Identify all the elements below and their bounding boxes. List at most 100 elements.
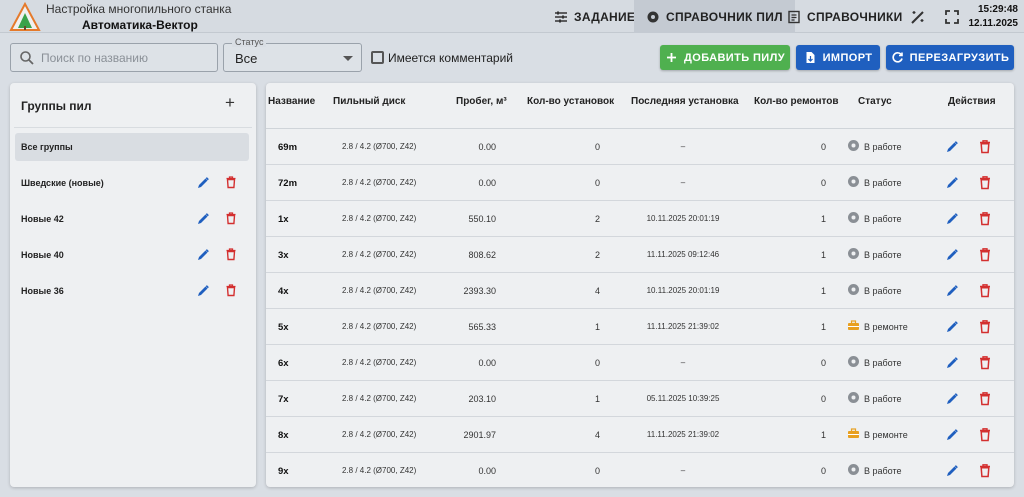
cell-name: 7x (278, 394, 289, 405)
import-button[interactable]: ИМПОРТ (796, 45, 880, 70)
table-row[interactable]: 6x 2.8 / 4.2 (Ø700, Z42) 0.00 0 – 0 В работе (266, 345, 1014, 381)
table-row[interactable]: 1x 2.8 / 4.2 (Ø700, Z42) 550.10 2 10.11.2025… (266, 201, 1014, 237)
cell-installs: 0 (594, 142, 600, 152)
status-select[interactable]: Статус Все (223, 37, 362, 72)
divider (14, 127, 252, 128)
delete-icon[interactable] (978, 175, 992, 190)
tab-references[interactable]: СПРАВОЧНИКИ (775, 0, 915, 33)
cell-name: 72m (278, 178, 298, 189)
edit-icon[interactable] (945, 284, 959, 298)
group-item[interactable]: Новые 42 (15, 205, 249, 233)
reload-button[interactable]: ПЕРЕЗАГРУЗИТЬ (886, 45, 1014, 70)
clock-date: 12.11.2025 (968, 18, 1019, 29)
cell-disk: 2.8 / 4.2 (Ø700, Z42) (342, 358, 417, 367)
delete-icon[interactable] (978, 319, 992, 334)
add-group-icon[interactable]: + (222, 94, 238, 111)
gear-icon (847, 175, 860, 190)
edit-icon[interactable] (945, 176, 959, 190)
col-header-run[interactable]: Пробег, м³ (456, 96, 507, 107)
status-text: В работе (864, 465, 902, 476)
delete-icon[interactable] (978, 139, 992, 154)
cell-status: В работе (847, 463, 902, 478)
delete-icon[interactable] (224, 211, 238, 225)
status-select-label: Статус (232, 37, 267, 47)
edit-icon[interactable] (945, 212, 959, 226)
col-header-installs[interactable]: Кол-во установок (527, 96, 614, 107)
search-input[interactable] (41, 47, 211, 69)
delete-icon[interactable] (978, 391, 992, 406)
tab-task[interactable]: ЗАДАНИЕ (542, 0, 647, 33)
col-header-name[interactable]: Название (268, 96, 315, 107)
group-item[interactable]: Новые 40 (15, 241, 249, 269)
delete-icon[interactable] (978, 247, 992, 262)
delete-icon[interactable] (978, 211, 992, 226)
group-item[interactable]: Все группы (15, 133, 249, 161)
cell-last-install: – (680, 358, 686, 367)
edit-icon[interactable] (196, 176, 210, 190)
cell-run: 565.33 (468, 322, 496, 332)
edit-icon[interactable] (945, 140, 959, 154)
table-row[interactable]: 9x 2.8 / 4.2 (Ø700, Z42) 0.00 0 – 0 В работе (266, 453, 1014, 487)
cell-installs: 2 (594, 250, 600, 260)
table-row[interactable]: 7x 2.8 / 4.2 (Ø700, Z42) 203.10 1 05.11.2025… (266, 381, 1014, 417)
tab-saw-reference[interactable]: СПРАВОЧНИК ПИЛ (634, 0, 795, 33)
group-item[interactable]: Новые 36 (15, 277, 249, 305)
cell-last-install: 10.11.2025 20:01:19 (646, 286, 720, 295)
cell-name: 4x (278, 286, 289, 297)
table-row[interactable]: 3x 2.8 / 4.2 (Ø700, Z42) 808.62 2 11.11.2025… (266, 237, 1014, 273)
status-select-value: Все (235, 51, 258, 66)
edit-icon[interactable] (196, 212, 210, 226)
table-row[interactable]: 69m 2.8 / 4.2 (Ø700, Z42) 0.00 0 – 0 В работе (266, 129, 1014, 165)
comment-checkbox-label[interactable]: Имеется комментарий (388, 51, 513, 65)
delete-icon[interactable] (978, 463, 992, 478)
cell-installs: 1 (594, 394, 600, 404)
edit-icon[interactable] (945, 392, 959, 406)
delete-icon[interactable] (978, 283, 992, 298)
col-header-disk[interactable]: Пильный диск (333, 96, 405, 107)
table-row[interactable]: 5x 2.8 / 4.2 (Ø700, Z42) 565.33 1 11.11.2025… (266, 309, 1014, 345)
add-saw-button[interactable]: ДОБАВИТЬ ПИЛУ (660, 45, 790, 70)
fullscreen-icon[interactable] (943, 8, 961, 26)
table-row[interactable]: 72m 2.8 / 4.2 (Ø700, Z42) 0.00 0 – 0 В работе (266, 165, 1014, 201)
edit-icon[interactable] (196, 248, 210, 262)
cell-name: 69m (278, 142, 298, 153)
cell-run: 2393.30 (463, 286, 496, 296)
delete-icon[interactable] (224, 283, 238, 297)
reload-label: ПЕРЕЗАГРУЗИТЬ (909, 51, 1010, 64)
toolbox-icon (847, 427, 860, 442)
col-header-repairs[interactable]: Кол-во ремонтов (754, 96, 839, 107)
magic-wand-icon[interactable] (909, 8, 927, 26)
edit-icon[interactable] (945, 356, 959, 370)
delete-icon[interactable] (978, 427, 992, 442)
col-header-actions: Действия (948, 96, 996, 107)
delete-icon[interactable] (224, 247, 238, 261)
status-text: В работе (864, 177, 902, 188)
cell-repairs: 1 (820, 286, 826, 296)
cell-repairs: 0 (820, 358, 826, 368)
edit-icon[interactable] (945, 428, 959, 442)
delete-icon[interactable] (224, 175, 238, 189)
cell-repairs: 1 (820, 214, 826, 224)
edit-icon[interactable] (945, 464, 959, 478)
search-field[interactable] (10, 43, 218, 72)
edit-icon[interactable] (945, 248, 959, 262)
col-header-last-install[interactable]: Последняя установка (631, 96, 739, 107)
gear-icon (847, 211, 860, 226)
table-row[interactable]: 4x 2.8 / 4.2 (Ø700, Z42) 2393.30 4 10.11.202… (266, 273, 1014, 309)
gear-saw-icon (647, 11, 659, 22)
col-header-status[interactable]: Статус (858, 96, 892, 107)
group-item[interactable]: Шведские (новые) (15, 169, 249, 197)
table-row[interactable]: 8x 2.8 / 4.2 (Ø700, Z42) 2901.97 4 11.11.202… (266, 417, 1014, 453)
cell-last-install: – (680, 142, 686, 151)
delete-icon[interactable] (978, 355, 992, 370)
edit-icon[interactable] (945, 320, 959, 334)
cell-last-install: – (680, 178, 686, 187)
cell-last-install: 11.11.2025 09:12:46 (646, 250, 720, 259)
saws-table: Название Пильный диск Пробег, м³ Кол-во … (266, 83, 1014, 487)
import-label: ИМПОРТ (822, 51, 873, 64)
gear-icon (847, 355, 860, 370)
comment-checkbox[interactable] (371, 51, 384, 64)
edit-icon[interactable] (196, 284, 210, 298)
cell-name: 5x (278, 322, 289, 333)
app-header: Настройка многопильного станка Автоматик… (0, 0, 1024, 33)
